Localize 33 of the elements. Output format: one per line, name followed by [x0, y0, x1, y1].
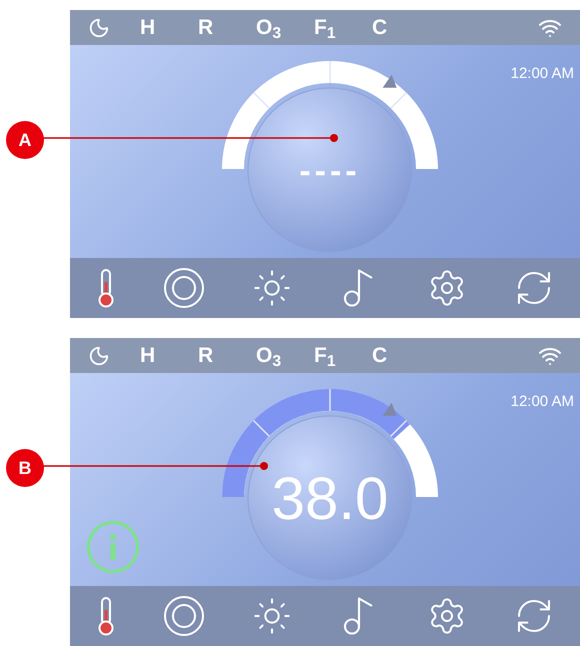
circle-target-icon[interactable]	[162, 267, 205, 309]
dial-knob[interactable]	[248, 88, 412, 252]
tick-mark	[329, 61, 331, 83]
temperature-display: ----	[299, 154, 361, 188]
status-indicator: O$_{3}$	[256, 345, 282, 366]
tick-mark	[329, 389, 331, 411]
tick-mark	[253, 420, 270, 437]
thermometer-icon[interactable]	[96, 268, 116, 308]
status-indicator: C	[372, 345, 388, 366]
callout-badge: B	[6, 449, 44, 487]
status-indicator: C	[372, 17, 388, 38]
sleep-icon	[88, 16, 110, 38]
tick-mark	[390, 92, 407, 109]
sun-icon[interactable]	[252, 268, 292, 308]
status-indicator: H	[140, 17, 156, 38]
sun-icon[interactable]	[252, 596, 292, 636]
temperature-display: 38.0	[272, 469, 388, 529]
status-indicator: F$_{1}$	[314, 345, 337, 366]
thermometer-icon[interactable]	[96, 596, 116, 636]
clock-time: 12:00 AM	[510, 392, 574, 412]
status-indicator: R	[198, 345, 214, 366]
status-indicator: R	[198, 17, 214, 38]
circle-target-icon[interactable]	[162, 595, 205, 637]
status-indicator: F$_{1}$	[314, 17, 337, 38]
sleep-icon	[88, 344, 110, 366]
status-indicator: O$_{3}$	[256, 17, 282, 38]
dial-knob[interactable]	[248, 416, 412, 580]
status-indicator: H	[140, 345, 156, 366]
callout-badge: A	[6, 121, 44, 159]
tick-mark	[253, 92, 270, 109]
dial-track[interactable]	[222, 61, 438, 170]
tick-mark	[390, 420, 407, 437]
clock-time: 12:00 AM	[510, 64, 574, 84]
